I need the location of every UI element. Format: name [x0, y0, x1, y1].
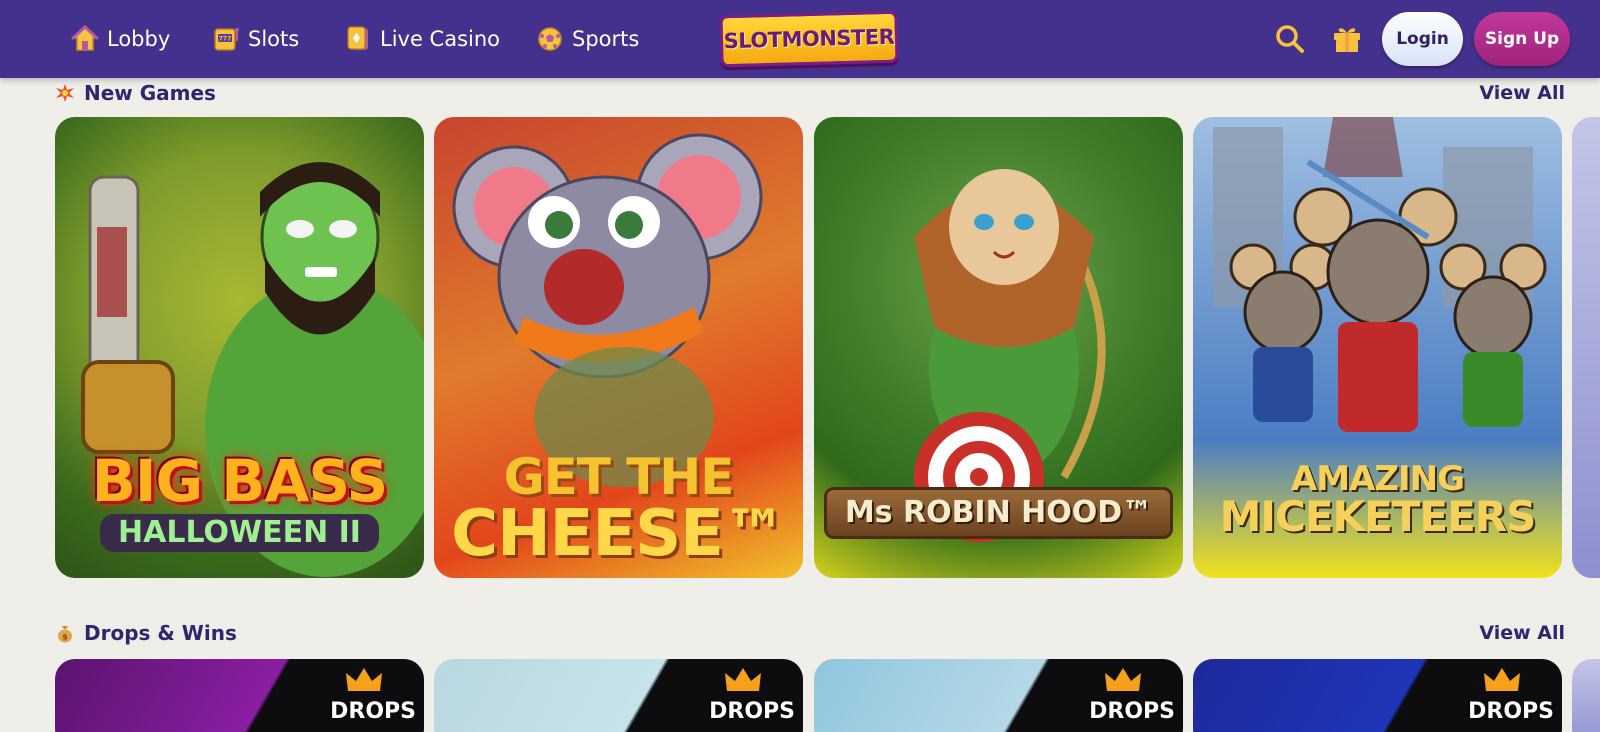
nav-live-casino[interactable]: Live Casino — [344, 22, 500, 56]
drops-badge: DROPS — [330, 699, 416, 724]
game-card-get-the-cheese[interactable]: GET THE CHEESE™ — [434, 117, 803, 578]
login-button[interactable]: Login — [1382, 12, 1463, 66]
house-icon — [71, 25, 99, 51]
drops-game-card[interactable]: DROPS — [55, 659, 424, 732]
site-logo[interactable]: SLOTMONSTER — [719, 10, 899, 68]
game-title-line1: AMAZING — [1290, 459, 1465, 499]
nav-live-casino-label: Live Casino — [380, 27, 501, 51]
game-title-line2: HALLOWEEN II — [100, 514, 379, 552]
site-logo-text: SLOTMONSTER — [723, 24, 895, 54]
crown-icon — [1105, 668, 1141, 691]
drops-badge: DROPS — [1468, 699, 1554, 724]
nav-sports-label: Sports — [572, 27, 640, 51]
nav-slots[interactable]: 777 Slots — [212, 22, 299, 56]
gift-icon[interactable] — [1330, 21, 1364, 55]
game-thumbnail — [1572, 659, 1600, 732]
new-games-header: New Games View All — [55, 78, 1565, 108]
nav-lobby-label: Lobby — [107, 27, 171, 51]
game-card-amazing-miceketeers[interactable]: AMAZING MICEKETEERS — [1193, 117, 1562, 578]
nav-lobby[interactable]: Lobby — [71, 22, 170, 56]
new-games-title: New Games — [84, 81, 216, 105]
game-thumbnail — [1572, 117, 1600, 578]
game-title-line2: MICEKETEERS — [1219, 492, 1537, 541]
game-title-logo: GET THE CHEESE™ — [434, 452, 803, 566]
drops-game-card[interactable]: DROPS — [434, 659, 803, 732]
svg-text:$: $ — [62, 633, 68, 642]
drops-badge: DROPS — [1089, 699, 1175, 724]
search-icon[interactable] — [1273, 22, 1307, 56]
game-card-ms-robin-hood[interactable]: Ms ROBIN HOOD™ — [814, 117, 1183, 578]
game-card-big-bass-halloween-2[interactable]: BIG BASS HALLOWEEN II — [55, 117, 424, 578]
svg-text:777: 777 — [219, 36, 232, 43]
top-navbar: Lobby 777 Slots Live Casino Sports SLOTM… — [0, 0, 1600, 78]
game-card-partial[interactable] — [1572, 117, 1600, 578]
nav-slots-label: Slots — [248, 27, 300, 51]
explosion-icon — [56, 84, 74, 102]
drops-wins-header: $ Drops & Wins View All — [55, 618, 1565, 648]
new-games-view-all-link[interactable]: View All — [1479, 82, 1565, 104]
game-title-logo: Ms ROBIN HOOD™ — [814, 487, 1183, 539]
game-title-line1: BIG BASS — [91, 447, 389, 515]
money-bag-icon: $ — [58, 626, 72, 643]
soccer-ball-icon — [538, 27, 562, 51]
section-title-drops-wins: $ Drops & Wins — [55, 621, 237, 645]
game-title-logo: AMAZING MICEKETEERS — [1193, 462, 1562, 538]
game-title-line1: GET THE — [503, 448, 735, 506]
section-title-new-games: New Games — [55, 81, 216, 105]
crown-icon — [725, 668, 761, 691]
game-title-line1: Ms ROBIN HOOD™ — [823, 487, 1174, 539]
drops-wins-title: Drops & Wins — [84, 621, 237, 645]
slot-machine-icon: 777 — [214, 28, 239, 51]
playing-card-icon — [347, 26, 368, 50]
drops-game-card[interactable]: DROPS — [1193, 659, 1562, 732]
drops-badge: DROPS — [709, 699, 795, 724]
game-title-logo: BIG BASS HALLOWEEN II — [55, 452, 424, 552]
drops-game-card-partial[interactable] — [1572, 659, 1600, 732]
game-title-line2: CHEESE™ — [451, 497, 787, 571]
crown-icon — [346, 668, 382, 691]
crown-icon — [1484, 668, 1520, 691]
signup-button[interactable]: Sign Up — [1474, 12, 1570, 66]
drops-wins-view-all-link[interactable]: View All — [1479, 622, 1565, 644]
nav-sports[interactable]: Sports — [536, 22, 639, 56]
drops-game-card[interactable]: DROPS — [814, 659, 1183, 732]
